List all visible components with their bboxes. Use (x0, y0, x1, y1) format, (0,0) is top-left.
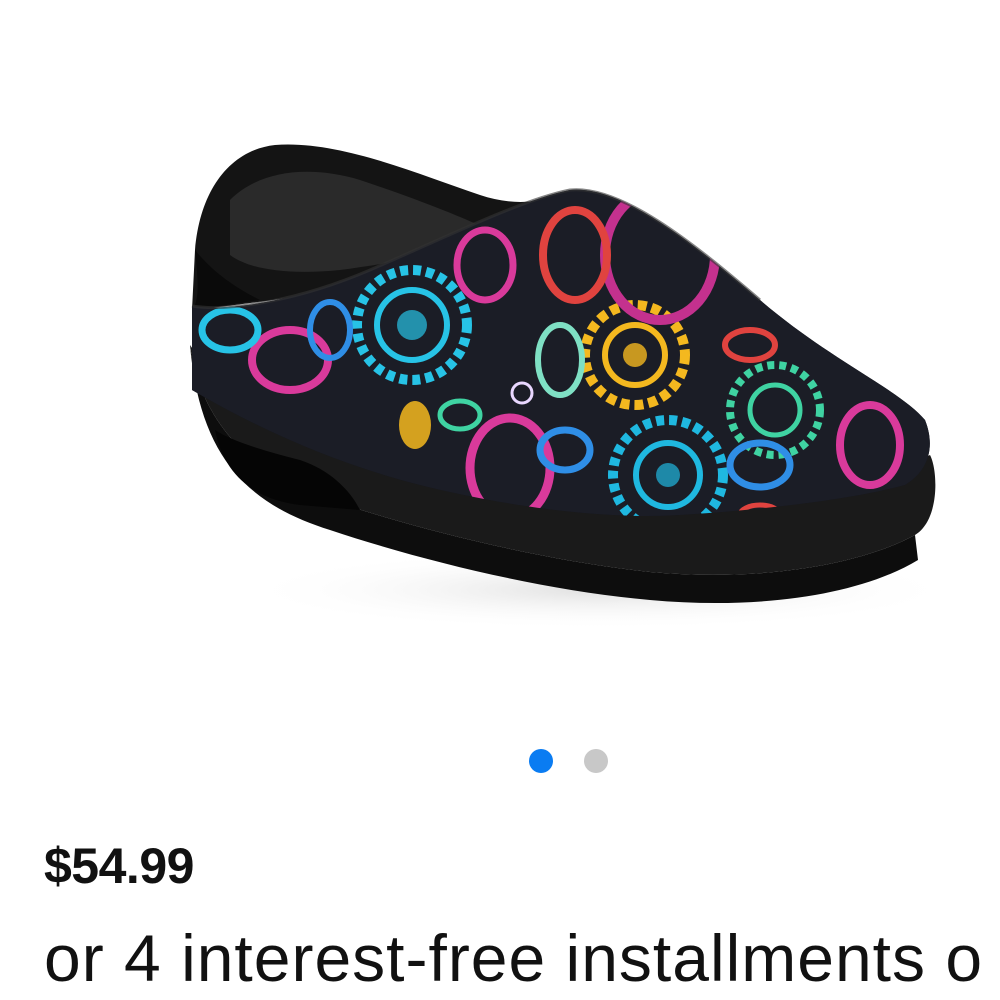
installments-text[interactable]: or 4 interest-free installments o (44, 918, 983, 998)
carousel-indicators (0, 749, 1000, 773)
product-detail-page: $54.99 or 4 interest-free installments o (0, 0, 1000, 1000)
carousel-dot-2[interactable] (584, 749, 608, 773)
product-price: $54.99 (44, 838, 194, 894)
carousel-dot-1[interactable] (529, 749, 553, 773)
product-image[interactable] (0, 0, 1000, 720)
